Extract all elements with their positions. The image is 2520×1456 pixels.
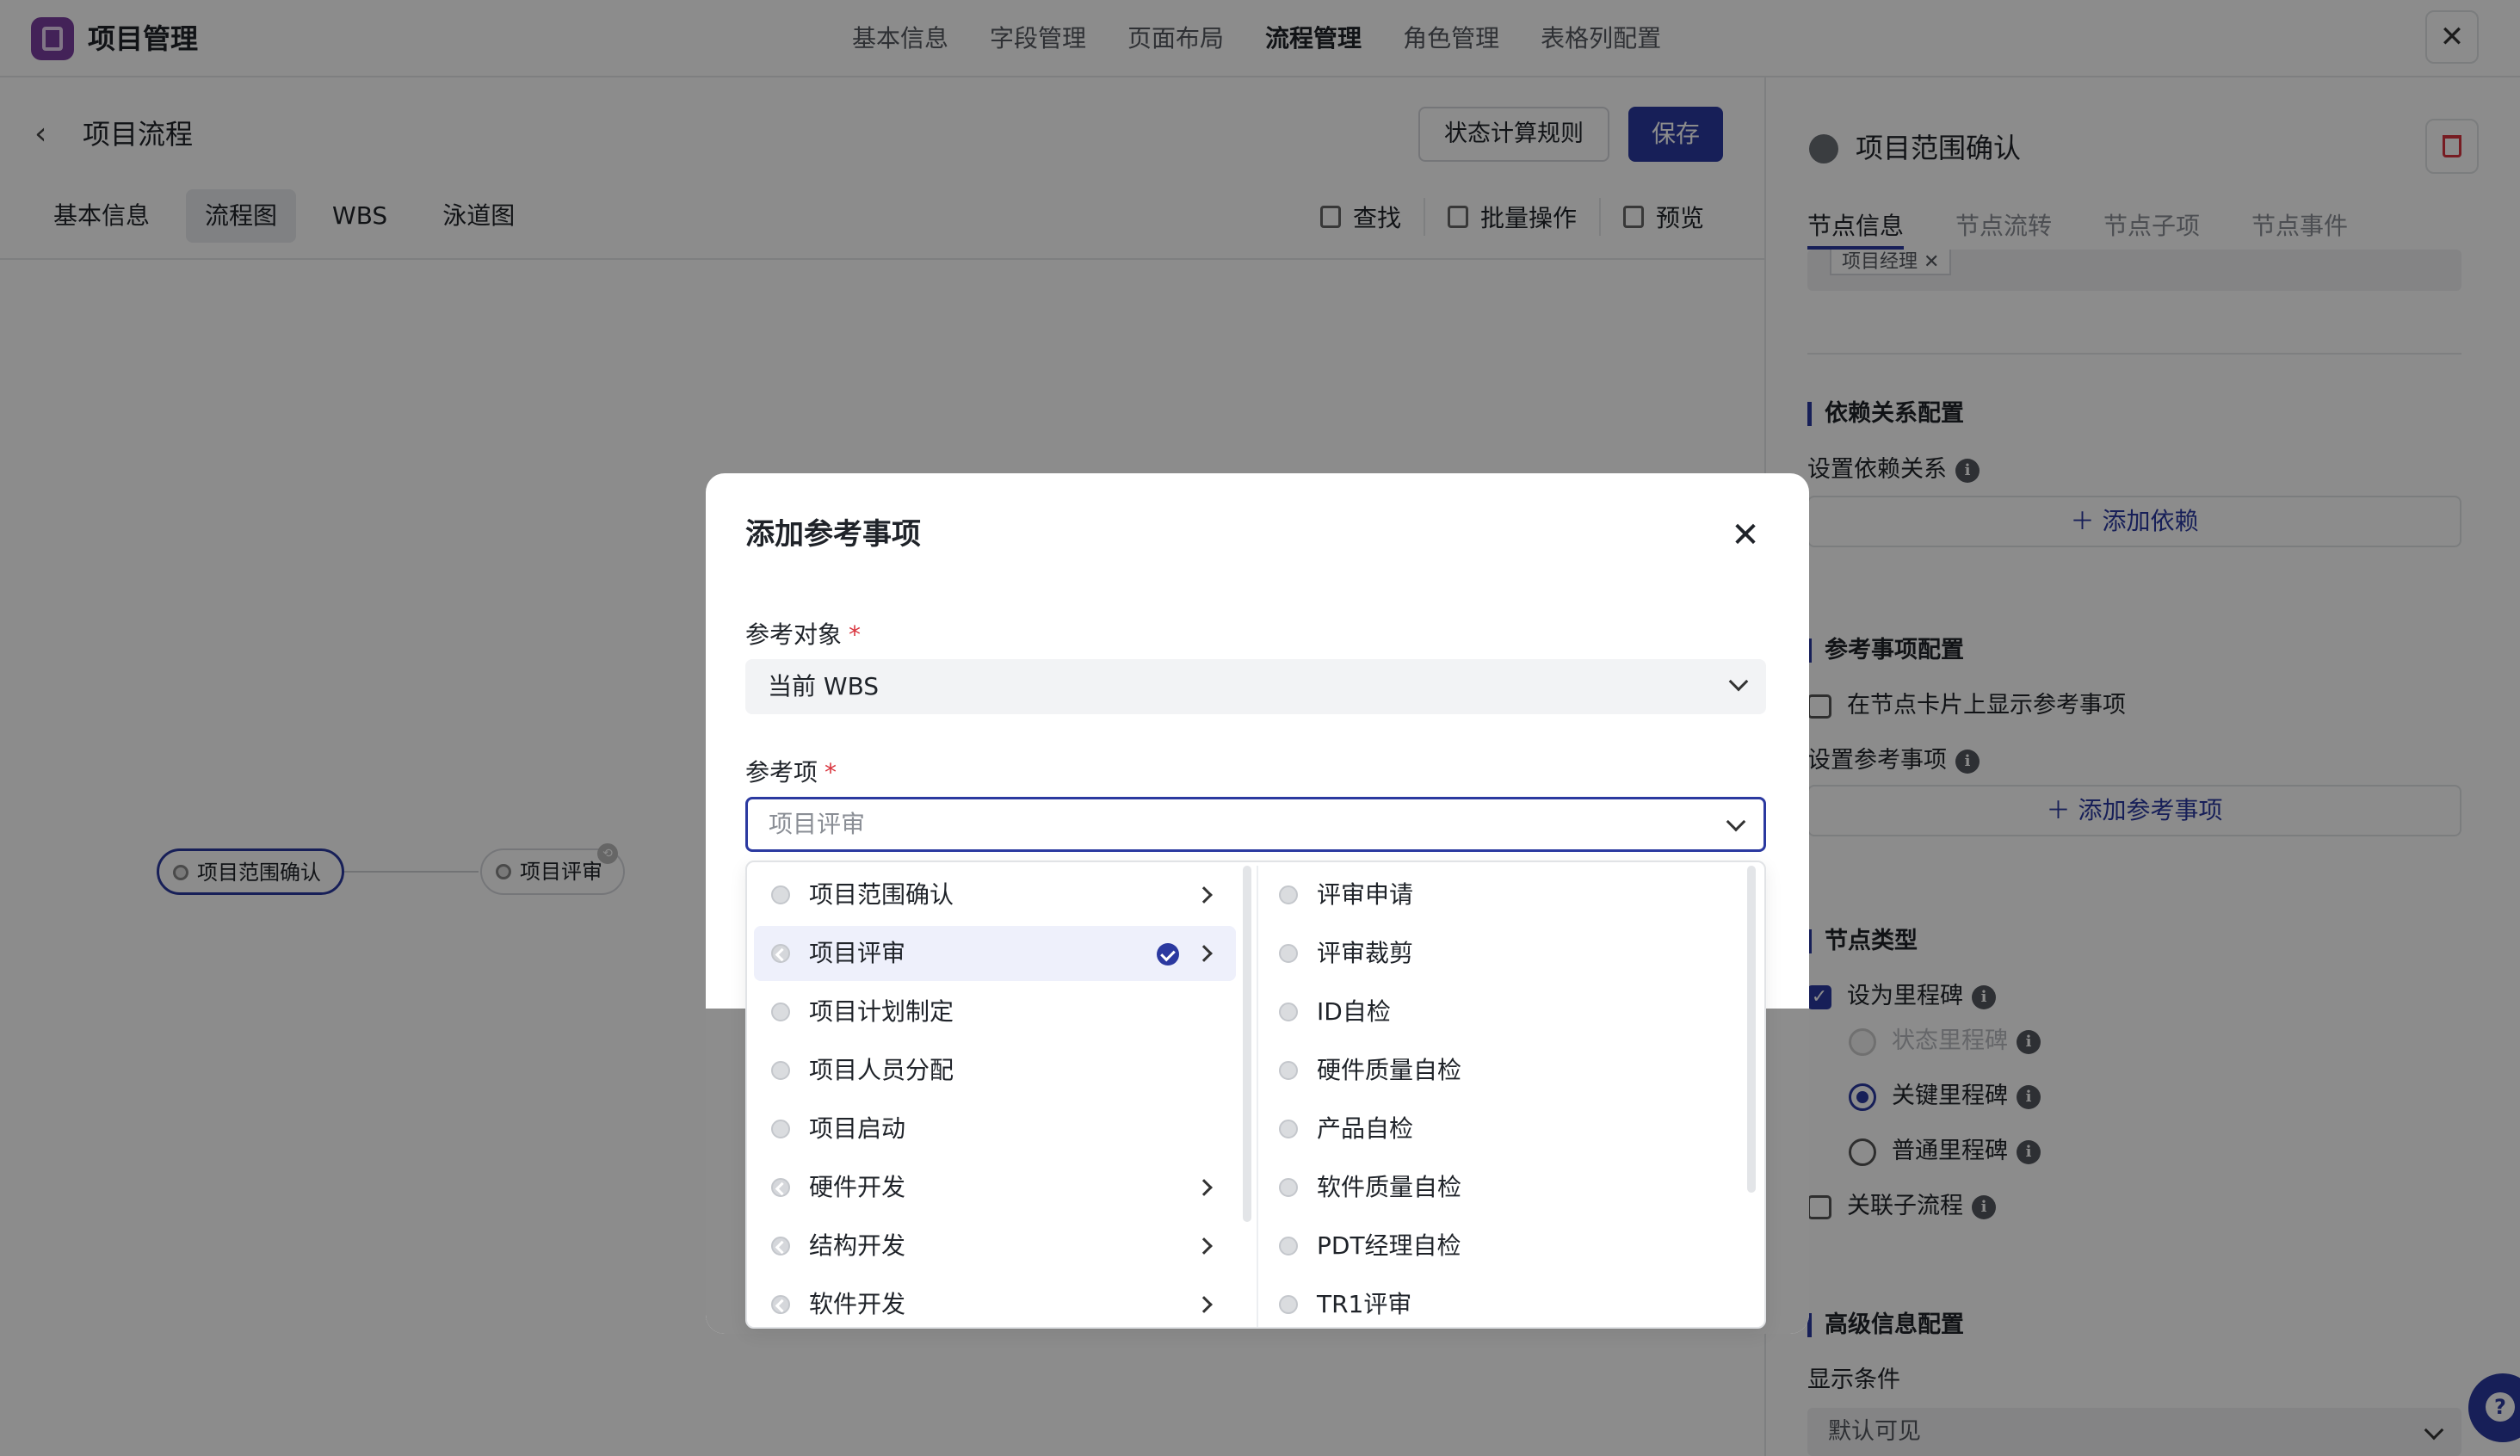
status-dot-icon — [771, 1061, 790, 1080]
option-label: 评审裁剪 — [1317, 939, 1414, 967]
reference-object-select[interactable]: 当前 WBS — [745, 659, 1766, 714]
reference-object-label-text: 参考对象 — [745, 620, 843, 649]
reference-item-placeholder: 项目评审 — [769, 810, 866, 838]
chevron-right-icon — [1195, 1296, 1213, 1313]
check-icon — [1157, 943, 1179, 966]
option-label: 产品自检 — [1317, 1114, 1414, 1143]
reference-item-label-text: 参考项 — [745, 758, 818, 787]
chevron-right-icon — [1195, 1237, 1213, 1255]
cascader-option[interactable]: 软件质量自检 — [1262, 1160, 1744, 1215]
modal-close-button[interactable]: ✕ — [1726, 516, 1764, 554]
scrollbar[interactable] — [1747, 866, 1756, 1193]
subflow-icon — [771, 1295, 790, 1314]
cascader-option-selected[interactable]: 项目评审 — [754, 926, 1236, 981]
cascader-column-left: 项目范围确认 项目评审 项目计划制定 项目人员分配 项目启动 硬件开发 结构开发… — [754, 867, 1236, 1336]
option-label: 软件质量自检 — [1317, 1173, 1462, 1201]
status-dot-icon — [1279, 1120, 1298, 1138]
cascader-option[interactable]: 项目人员分配 — [754, 1043, 1236, 1098]
option-label: 结构开发 — [809, 1231, 906, 1260]
option-label: 项目评审 — [809, 939, 906, 967]
option-label: ID自检 — [1317, 997, 1391, 1026]
cascader-option[interactable]: TR1评审 — [1262, 1277, 1744, 1332]
option-label: 硬件开发 — [809, 1173, 906, 1201]
reference-item-select[interactable]: 项目评审 — [745, 797, 1766, 852]
close-icon: ✕ — [1731, 515, 1760, 555]
cascader-option[interactable]: 产品自检 — [1262, 1101, 1744, 1157]
cascader-option[interactable]: 项目启动 — [754, 1101, 1236, 1157]
cascader-option[interactable]: ID自检 — [1262, 984, 1744, 1040]
status-dot-icon — [1279, 1003, 1298, 1021]
chevron-right-icon — [1195, 945, 1213, 962]
cascader-option[interactable]: PDT经理自检 — [1262, 1218, 1744, 1274]
reference-object-value: 当前 WBS — [768, 672, 880, 700]
chevron-right-icon — [1195, 1179, 1213, 1196]
option-label: 项目范围确认 — [809, 880, 954, 909]
subflow-icon — [771, 1237, 790, 1255]
option-label: 评审申请 — [1317, 880, 1414, 909]
cascader-column-right: 评审申请 评审裁剪 ID自检 硬件质量自检 产品自检 软件质量自检 PDT经理自… — [1262, 867, 1744, 1336]
chevron-down-icon — [1728, 671, 1749, 692]
subflow-icon — [771, 1178, 790, 1197]
status-dot-icon — [1279, 944, 1298, 963]
status-dot-icon — [1279, 885, 1298, 904]
status-dot-icon — [771, 1120, 790, 1138]
required-mark: * — [825, 758, 837, 787]
option-label: 硬件质量自检 — [1317, 1056, 1462, 1084]
cascader-option[interactable]: 评审裁剪 — [1262, 926, 1744, 981]
reference-object-label: 参考对象 * — [745, 618, 861, 652]
cascader-option[interactable]: 项目计划制定 — [754, 984, 1236, 1040]
option-label: PDT经理自检 — [1317, 1231, 1461, 1260]
option-label: 项目人员分配 — [809, 1056, 954, 1084]
option-label: 项目计划制定 — [809, 997, 954, 1026]
chevron-down-icon — [1726, 811, 1746, 832]
cascader-option[interactable]: 结构开发 — [754, 1218, 1236, 1274]
option-label: TR1评审 — [1317, 1290, 1412, 1318]
status-dot-icon — [1279, 1237, 1298, 1255]
option-label: 项目启动 — [809, 1114, 906, 1143]
status-dot-icon — [1279, 1061, 1298, 1080]
modal-title: 添加参考事项 — [745, 517, 921, 552]
cascader-option[interactable]: 软件开发 — [754, 1277, 1236, 1332]
status-dot-icon — [771, 885, 790, 904]
reference-item-label: 参考项 * — [745, 756, 837, 790]
scrollbar[interactable] — [1243, 866, 1251, 1222]
subflow-icon — [771, 944, 790, 963]
status-dot-icon — [1279, 1178, 1298, 1197]
cascader-option[interactable]: 评审申请 — [1262, 867, 1744, 922]
required-mark: * — [849, 620, 862, 649]
cascader-option[interactable]: 项目范围确认 — [754, 867, 1236, 922]
cascader-option[interactable]: 硬件开发 — [754, 1160, 1236, 1215]
cascader-option[interactable]: 硬件质量自检 — [1262, 1043, 1744, 1098]
cascader-divider — [1257, 866, 1258, 1327]
option-label: 软件开发 — [809, 1290, 906, 1318]
chevron-right-icon — [1195, 886, 1213, 904]
status-dot-icon — [771, 1003, 790, 1021]
status-dot-icon — [1279, 1295, 1298, 1314]
